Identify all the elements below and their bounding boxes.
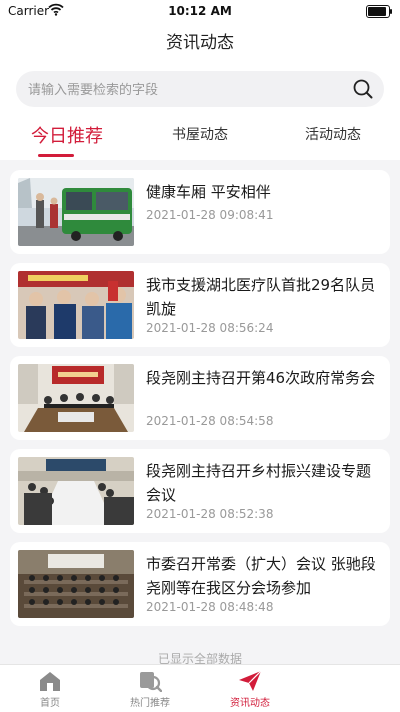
news-title: 我市支援湖北医疗队首批29名队员凯旋 [146,276,376,318]
news-card[interactable]: 段尧刚主持召开乡村振兴建设专题会议 2021-01-28 08:52:38 [10,449,390,533]
news-thumbnail-hall [18,550,134,618]
news-date: 2021-01-28 08:48:48 [146,600,274,614]
news-date: 2021-01-28 08:52:38 [146,507,274,521]
news-card[interactable]: 我市支援湖北医疗队首批29名队员凯旋 2021-01-28 08:56:24 [10,263,390,347]
status-time: 10:12 AM [168,4,232,18]
hot-icon [138,670,163,693]
paper-plane-icon [238,670,262,692]
tab-activity-news[interactable]: 活动动态 [278,124,388,144]
news-date: 2021-01-28 08:56:24 [146,321,274,335]
page-title: 资讯动态 [0,22,400,64]
battery-icon [366,5,392,18]
tabbar-hot[interactable]: 热门推荐 [100,665,200,712]
news-thumbnail-bus [18,178,134,246]
news-thumbnail-conference [18,457,134,525]
news-card[interactable]: 市委召开常委（扩大）会议 张驰段尧刚等在我区分会场参加 2021-01-28 0… [10,542,390,626]
tab-bookstore-news[interactable]: 书屋动态 [145,124,255,144]
tabbar-news[interactable]: 资讯动态 [200,665,300,712]
news-title: 段尧刚主持召开第46次政府常务会 [146,369,376,387]
news-thumbnail-crowd [18,271,134,339]
news-title: 市委召开常委（扩大）会议 张驰段尧刚等在我区分会场参加 [146,555,376,597]
status-bar: Carrier 10:12 AM [0,0,400,22]
home-icon [38,670,62,692]
search-input[interactable] [26,71,350,109]
news-title: 段尧刚主持召开乡村振兴建设专题会议 [146,462,372,504]
news-thumbnail-meeting [18,364,134,432]
news-card[interactable]: 健康车厢 平安相伴 2021-01-28 09:08:41 [10,170,390,254]
news-card[interactable]: 段尧刚主持召开第46次政府常务会 2021-01-28 08:54:58 [10,356,390,440]
tabbar-hot-label: 热门推荐 [130,698,170,709]
search-box [16,71,384,109]
tabbar-home-label: 首页 [40,698,60,709]
tabbar-home[interactable]: 首页 [0,665,100,712]
news-date: 2021-01-28 09:08:41 [146,208,274,222]
search-bar-container [0,64,400,114]
news-title: 健康车厢 平安相伴 [146,183,271,201]
tabbar-news-label: 资讯动态 [230,698,270,709]
bottom-tab-bar: 首页 热门推荐 资讯动态 [0,664,400,712]
news-date: 2021-01-28 08:54:58 [146,414,274,428]
active-tab-indicator [38,154,74,157]
search-icon[interactable] [352,78,374,104]
tab-today-recommended[interactable]: 今日推荐 [12,122,122,148]
